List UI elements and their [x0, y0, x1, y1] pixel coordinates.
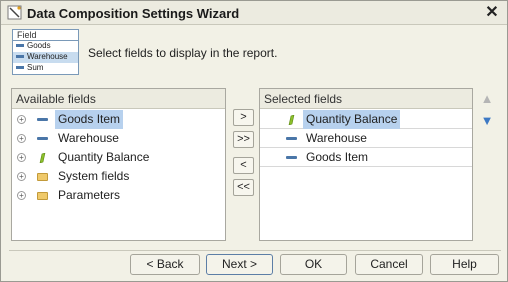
resource-icon — [39, 153, 46, 163]
item-label: Quantity Balance — [58, 150, 150, 164]
add-field-button[interactable]: > — [233, 109, 254, 126]
selected-fields-header: Selected fields — [260, 89, 472, 109]
expand-icon[interactable]: + — [17, 153, 26, 162]
help-button[interactable]: Help — [430, 254, 499, 275]
field-dash-icon — [286, 153, 297, 163]
resource-icon — [288, 115, 295, 125]
available-fields-header: Available fields — [12, 89, 225, 109]
expand-icon[interactable]: + — [17, 134, 26, 143]
field-dash-icon — [37, 115, 48, 125]
available-item-goods-item[interactable]: + Goods Item — [12, 110, 225, 129]
field-dash-icon — [37, 134, 48, 144]
cancel-button[interactable]: Cancel — [355, 254, 423, 275]
footer-divider — [9, 250, 501, 251]
title-bar: Data Composition Settings Wizard ✕ — [1, 1, 507, 25]
available-item-warehouse[interactable]: + Warehouse — [12, 129, 225, 148]
item-label: Warehouse — [58, 131, 119, 145]
move-down-icon[interactable]: ▼ — [480, 114, 494, 128]
selected-fields-panel: Selected fields Quantity Balance Warehou… — [259, 88, 473, 241]
move-up-icon[interactable]: ▲ — [480, 92, 494, 106]
legend-row-warehouse: Warehouse — [13, 52, 78, 63]
legend-row-goods: Goods — [13, 41, 78, 52]
add-all-fields-button[interactable]: >> — [233, 131, 254, 148]
available-item-parameters[interactable]: + Parameters — [12, 186, 225, 205]
wizard-icon — [7, 5, 22, 20]
field-icon — [16, 44, 24, 48]
wizard-window: Data Composition Settings Wizard ✕ Field… — [0, 0, 508, 282]
item-label: System fields — [58, 169, 130, 183]
selected-item-goods-item[interactable]: Goods Item — [260, 148, 472, 167]
item-label: Goods Item — [55, 110, 124, 129]
legend-row-sum: Sum — [13, 63, 78, 74]
back-button[interactable]: < Back — [130, 254, 200, 275]
selected-item-quantity-balance[interactable]: Quantity Balance — [260, 110, 472, 129]
close-icon[interactable]: ✕ — [483, 3, 501, 23]
expand-icon[interactable]: + — [17, 172, 26, 181]
available-fields-panel: Available fields + Goods Item + Warehous… — [11, 88, 226, 241]
field-icon — [16, 55, 24, 59]
available-item-system-fields[interactable]: + System fields — [12, 167, 225, 186]
field-icon — [16, 66, 24, 70]
expand-icon[interactable]: + — [17, 115, 26, 124]
field-legend-image: Field Goods Warehouse Sum — [12, 29, 79, 75]
folder-icon — [37, 191, 48, 201]
remove-all-fields-button[interactable]: << — [233, 179, 254, 196]
next-button[interactable]: Next > — [206, 254, 273, 275]
remove-field-button[interactable]: < — [233, 157, 254, 174]
legend-header: Field — [13, 30, 78, 41]
ok-button[interactable]: OK — [280, 254, 347, 275]
folder-icon — [37, 172, 48, 182]
item-label: Parameters — [58, 188, 121, 202]
selected-item-warehouse[interactable]: Warehouse — [260, 129, 472, 148]
item-label: Quantity Balance — [303, 110, 401, 129]
item-label: Goods Item — [306, 150, 369, 164]
available-item-quantity-balance[interactable]: + Quantity Balance — [12, 148, 225, 167]
expand-icon[interactable]: + — [17, 191, 26, 200]
item-label: Warehouse — [306, 131, 367, 145]
instruction-text: Select fields to display in the report. — [88, 46, 278, 60]
field-dash-icon — [286, 134, 297, 144]
window-title: Data Composition Settings Wizard — [27, 6, 240, 21]
